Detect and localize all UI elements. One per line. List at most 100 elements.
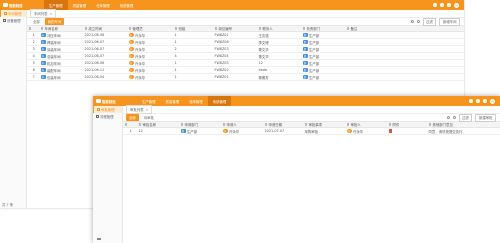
- table-row[interactable]: 7 车包装车间 2021-06-04 许许永华 1 FW8Z01 董雅芳 部生产…: [27, 74, 464, 81]
- column-header[interactable]: 其他部门意见: [427, 122, 477, 127]
- post-code-cell: FW8Z01: [214, 33, 229, 37]
- column-header[interactable]: 申请部门: [179, 122, 221, 127]
- column-header[interactable]: 班组: [173, 26, 213, 31]
- main-content: 审批列表 × 全部 待审批 过滤 新建审批 审批名称 申请部门 申请人 申请日期…: [123, 105, 500, 243]
- bell-icon[interactable]: [469, 99, 473, 103]
- column-header[interactable]: 审批人: [345, 122, 387, 127]
- column-header[interactable]: 备注: [345, 26, 389, 31]
- table-row[interactable]: 1 车冲压车间 2021-06-08 许许永华 1 FW8Z01 王志强 部生产…: [27, 32, 464, 39]
- column-header[interactable]: 岗位编号: [213, 26, 257, 31]
- app-logo[interactable]: 智能制造: [93, 98, 137, 104]
- filter-button[interactable]: 过滤: [458, 113, 473, 122]
- column-header[interactable]: 申请人: [221, 122, 263, 127]
- column-label: 附件: [392, 123, 400, 127]
- column-header[interactable]: 联系人: [257, 26, 301, 31]
- table-row[interactable]: 1 12 部生产部 许许永华 2021-07-07 采购审批 许许永华 同意，请…: [123, 128, 500, 135]
- settings-icon[interactable]: [483, 99, 487, 103]
- menu-item-quality[interactable]: 质量管理: [68, 0, 92, 10]
- refresh-icon[interactable]: [416, 20, 420, 23]
- contact-cell: abda: [258, 68, 267, 72]
- table-footer-count: 共 7 条: [2, 203, 14, 207]
- cell-text: 生产部: [309, 47, 320, 52]
- search-icon[interactable]: [446, 116, 450, 119]
- table-row[interactable]: 4 车总装车间 2021-06-07 许许永华 4 FW8Z04 董文华 部生产…: [27, 53, 464, 60]
- select-all-cell[interactable]: [123, 123, 137, 126]
- help-icon[interactable]: [476, 99, 480, 103]
- new-approval-button[interactable]: 新建审批: [475, 113, 496, 122]
- file-attachment-icon[interactable]: [388, 128, 392, 134]
- table-row[interactable]: 2 车焊装车间 2021-06-07 许许永华 1 FW8Z06 李文博 部生产…: [27, 39, 464, 46]
- select-all-checkbox[interactable]: [124, 123, 128, 126]
- column-header[interactable]: 审批事项: [303, 122, 345, 127]
- column-type-icon: [264, 123, 267, 126]
- tab-all[interactable]: 全部: [126, 114, 139, 121]
- tab-workshop-list[interactable]: 车间列表 ×: [30, 9, 57, 18]
- column-type-icon: [304, 123, 307, 126]
- close-icon[interactable]: ×: [146, 108, 149, 112]
- search-icon[interactable]: [410, 20, 414, 23]
- date-cell: 2021-06-07: [84, 47, 105, 51]
- menu-collapse-icon[interactable]: [97, 237, 101, 240]
- workshop-name-cell: 车机加车间: [39, 60, 83, 66]
- table-row[interactable]: 6 车装配车间 2021-06-11 许许永华 1 FW8Z02 abda 部生…: [27, 67, 464, 74]
- sidebar-item-workflow[interactable]: 流程管理: [93, 113, 122, 120]
- sidebar-item-approval[interactable]: 审批管理: [93, 106, 122, 113]
- user-avatar: 许: [346, 128, 352, 134]
- app-logo[interactable]: 智能制造: [0, 2, 44, 8]
- department-avatar: 部: [302, 39, 308, 45]
- column-header[interactable]: 负责部门: [301, 26, 345, 31]
- user-avatar: 许: [128, 53, 134, 59]
- column-header[interactable]: 附件: [387, 122, 427, 127]
- column-type-icon: [40, 27, 43, 30]
- help-icon[interactable]: [440, 3, 444, 7]
- column-label: 负责部门: [306, 27, 321, 31]
- post-code-cell: FW8Z06: [214, 40, 229, 44]
- avatar[interactable]: [454, 2, 459, 8]
- tab-all[interactable]: 全部: [30, 18, 43, 25]
- table-row[interactable]: 5 车机加车间 2021-06-06 许许永华 1 FW8Z05 12 部生产部: [27, 60, 464, 67]
- attachment-cell[interactable]: [387, 128, 427, 134]
- view-tabs: 全部 我的车间 过滤 新增车间: [27, 17, 464, 26]
- cell-text: 涂装车间: [47, 47, 61, 52]
- department-cell: 部生产部: [301, 74, 345, 80]
- bell-icon[interactable]: [433, 3, 437, 7]
- workshop-name-cell: 车包装车间: [39, 74, 83, 80]
- approval-icon: [97, 108, 100, 111]
- sidebar-item-workshop[interactable]: 车间管理: [0, 10, 26, 17]
- tab-my-workshop[interactable]: 我的车间: [44, 18, 65, 25]
- select-all-checkbox[interactable]: [28, 27, 32, 30]
- department-avatar: 部: [180, 128, 186, 134]
- admin-cell: 许许永华: [127, 60, 173, 66]
- menu-item-system[interactable]: 系统管理: [207, 96, 232, 106]
- column-header[interactable]: 成立时间: [83, 26, 127, 31]
- menu-item-system[interactable]: 系统管理: [115, 0, 139, 10]
- close-icon[interactable]: ×: [50, 12, 53, 16]
- select-all-cell[interactable]: [27, 27, 39, 30]
- tab-pending[interactable]: 待审批: [141, 114, 157, 121]
- avatar[interactable]: [490, 98, 495, 104]
- column-type-icon: [214, 27, 217, 30]
- refresh-icon[interactable]: [452, 116, 456, 119]
- menu-item-warehouse[interactable]: 仓库管理: [184, 96, 208, 106]
- column-header[interactable]: 车间名称: [39, 26, 83, 31]
- sidebar-item-equipment[interactable]: 设备管理: [0, 17, 26, 24]
- settings-icon[interactable]: [447, 3, 451, 7]
- filter-button[interactable]: 过滤: [422, 17, 437, 26]
- column-header[interactable]: 申请日期: [263, 122, 303, 127]
- cell-text: 冲压车间: [47, 33, 61, 38]
- add-workshop-button[interactable]: 新增车间: [439, 17, 460, 26]
- logo-icon: [96, 98, 101, 104]
- menu-item-quality[interactable]: 质量管理: [161, 96, 185, 106]
- tab-approval-list[interactable]: 审批列表 ×: [126, 105, 153, 114]
- table-row[interactable]: 3 车涂装车间 2021-06-07 许许永华 2 FW8Z03 董文华 部生产…: [27, 46, 464, 53]
- cell-text: 总装车间: [47, 54, 61, 59]
- cell-text: 许永华: [353, 129, 364, 134]
- cell-text: 许永华: [135, 40, 146, 45]
- cell-text: 生产部: [309, 33, 320, 38]
- cell-text: 许永华: [135, 33, 146, 38]
- sidebar-item-label: 设备管理: [7, 19, 21, 23]
- workshop-avatar: 车: [40, 60, 46, 66]
- column-header[interactable]: 管理员: [127, 26, 173, 31]
- column-header[interactable]: 审批名称: [137, 122, 179, 127]
- menu-item-warehouse[interactable]: 仓库管理: [91, 0, 115, 10]
